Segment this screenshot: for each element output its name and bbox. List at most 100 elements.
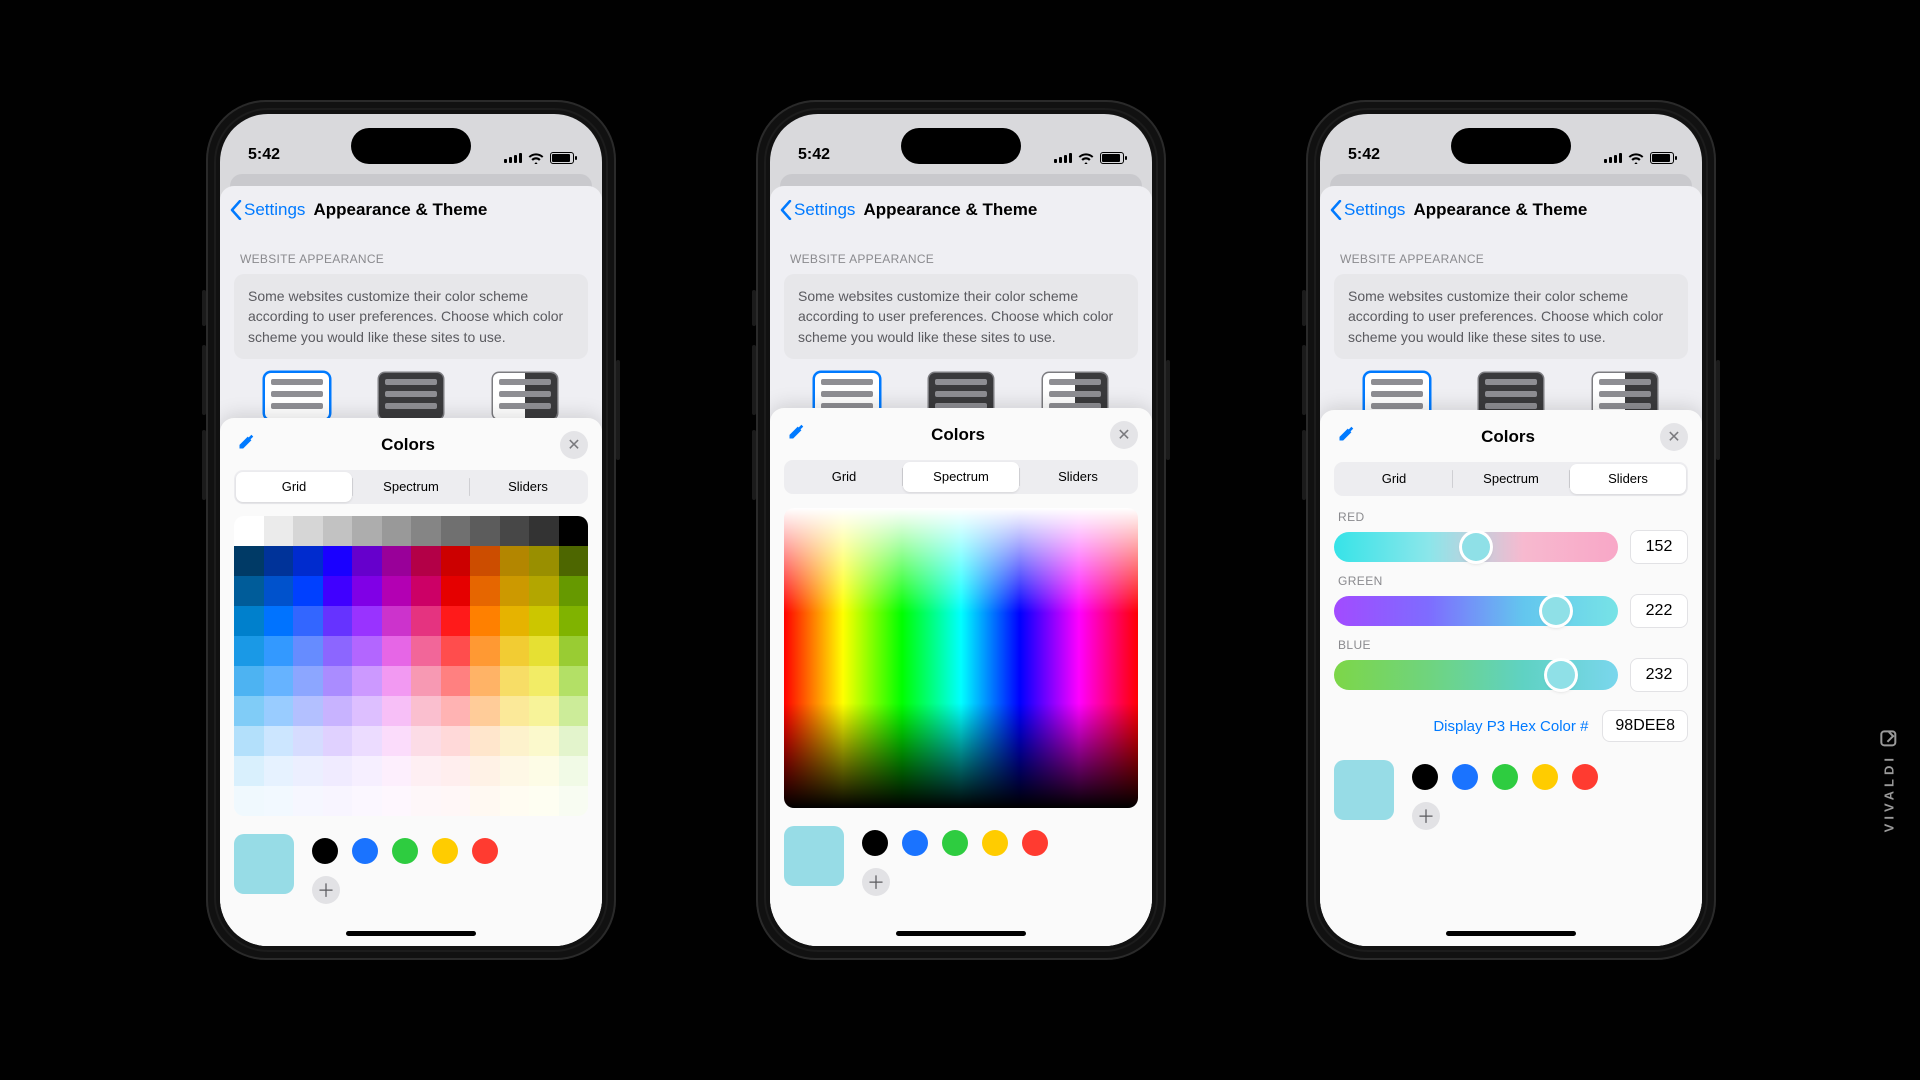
grid-cell[interactable] <box>470 696 500 726</box>
grid-cell[interactable] <box>352 786 382 816</box>
tab-spectrum[interactable]: Spectrum <box>903 462 1019 492</box>
scheme-light[interactable] <box>265 373 329 419</box>
grid-cell[interactable] <box>470 636 500 666</box>
grid-cell[interactable] <box>382 666 412 696</box>
grid-cell[interactable] <box>500 786 530 816</box>
grid-cell[interactable] <box>382 516 412 546</box>
grid-cell[interactable] <box>234 696 264 726</box>
grid-cell[interactable] <box>529 516 559 546</box>
preset-color[interactable] <box>1492 764 1518 790</box>
grid-cell[interactable] <box>559 516 589 546</box>
grid-cell[interactable] <box>293 516 323 546</box>
grid-cell[interactable] <box>559 546 589 576</box>
grid-cell[interactable] <box>382 786 412 816</box>
grid-cell[interactable] <box>352 666 382 696</box>
grid-cell[interactable] <box>323 666 353 696</box>
preset-color[interactable] <box>1572 764 1598 790</box>
grid-cell[interactable] <box>411 636 441 666</box>
color-spectrum[interactable] <box>784 508 1138 808</box>
grid-cell[interactable] <box>264 516 294 546</box>
grid-cell[interactable] <box>382 696 412 726</box>
grid-cell[interactable] <box>470 516 500 546</box>
grid-cell[interactable] <box>352 696 382 726</box>
grid-cell[interactable] <box>441 666 471 696</box>
grid-cell[interactable] <box>559 606 589 636</box>
grid-cell[interactable] <box>352 726 382 756</box>
grid-cell[interactable] <box>293 666 323 696</box>
hex-label[interactable]: Display P3 Hex Color # <box>1433 718 1588 735</box>
grid-cell[interactable] <box>470 756 500 786</box>
preset-color[interactable] <box>1452 764 1478 790</box>
grid-cell[interactable] <box>234 666 264 696</box>
grid-cell[interactable] <box>323 576 353 606</box>
grid-cell[interactable] <box>264 636 294 666</box>
grid-cell[interactable] <box>323 546 353 576</box>
back-button[interactable]: Settings <box>780 200 855 220</box>
grid-cell[interactable] <box>500 726 530 756</box>
grid-cell[interactable] <box>470 786 500 816</box>
grid-cell[interactable] <box>500 546 530 576</box>
close-icon[interactable]: ✕ <box>1660 423 1688 451</box>
grid-cell[interactable] <box>559 636 589 666</box>
grid-cell[interactable] <box>529 546 559 576</box>
back-button[interactable]: Settings <box>230 200 305 220</box>
close-icon[interactable]: ✕ <box>560 431 588 459</box>
grid-cell[interactable] <box>559 696 589 726</box>
grid-cell[interactable] <box>529 696 559 726</box>
preset-color[interactable] <box>982 830 1008 856</box>
preset-color[interactable] <box>862 830 888 856</box>
grid-cell[interactable] <box>293 786 323 816</box>
grid-cell[interactable] <box>529 756 559 786</box>
grid-cell[interactable] <box>441 576 471 606</box>
preset-color[interactable] <box>1532 764 1558 790</box>
grid-cell[interactable] <box>529 666 559 696</box>
grid-cell[interactable] <box>323 606 353 636</box>
grid-cell[interactable] <box>234 726 264 756</box>
grid-cell[interactable] <box>470 606 500 636</box>
grid-cell[interactable] <box>411 666 441 696</box>
tab-spectrum[interactable]: Spectrum <box>353 472 469 502</box>
grid-cell[interactable] <box>441 546 471 576</box>
grid-cell[interactable] <box>529 726 559 756</box>
grid-cell[interactable] <box>382 756 412 786</box>
back-button[interactable]: Settings <box>1330 200 1405 220</box>
grid-cell[interactable] <box>500 516 530 546</box>
grid-cell[interactable] <box>441 606 471 636</box>
grid-cell[interactable] <box>559 666 589 696</box>
tab-grid[interactable]: Grid <box>236 472 352 502</box>
grid-cell[interactable] <box>323 696 353 726</box>
grid-cell[interactable] <box>352 516 382 546</box>
grid-cell[interactable] <box>411 726 441 756</box>
grid-cell[interactable] <box>264 546 294 576</box>
grid-cell[interactable] <box>500 606 530 636</box>
slider-red[interactable] <box>1334 532 1618 562</box>
grid-cell[interactable] <box>234 606 264 636</box>
preset-color[interactable] <box>1412 764 1438 790</box>
slider-value-red[interactable]: 152 <box>1630 530 1688 564</box>
close-icon[interactable]: ✕ <box>1110 421 1138 449</box>
grid-cell[interactable] <box>323 756 353 786</box>
grid-cell[interactable] <box>559 576 589 606</box>
add-color-icon[interactable]: ＋ <box>1412 802 1440 830</box>
grid-cell[interactable] <box>441 636 471 666</box>
tab-sliders[interactable]: Sliders <box>470 472 586 502</box>
preset-color[interactable] <box>432 838 458 864</box>
preset-color[interactable] <box>312 838 338 864</box>
slider-value-blue[interactable]: 232 <box>1630 658 1688 692</box>
grid-cell[interactable] <box>264 786 294 816</box>
grid-cell[interactable] <box>293 696 323 726</box>
preset-color[interactable] <box>352 838 378 864</box>
slider-blue[interactable] <box>1334 660 1618 690</box>
grid-cell[interactable] <box>264 666 294 696</box>
grid-cell[interactable] <box>441 786 471 816</box>
grid-cell[interactable] <box>264 576 294 606</box>
preset-color[interactable] <box>392 838 418 864</box>
scheme-auto[interactable] <box>493 373 557 419</box>
grid-cell[interactable] <box>234 756 264 786</box>
grid-cell[interactable] <box>441 756 471 786</box>
grid-cell[interactable] <box>500 666 530 696</box>
grid-cell[interactable] <box>234 576 264 606</box>
grid-cell[interactable] <box>352 576 382 606</box>
grid-cell[interactable] <box>323 516 353 546</box>
grid-cell[interactable] <box>500 756 530 786</box>
